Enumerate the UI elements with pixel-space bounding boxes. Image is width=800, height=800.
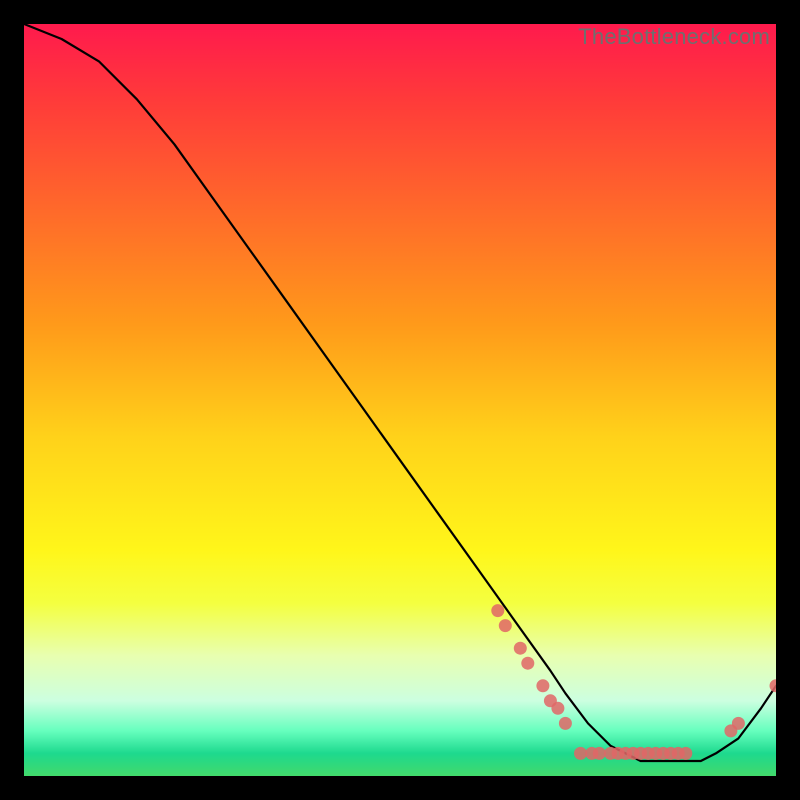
marker-point (499, 619, 512, 632)
marker-point (551, 702, 564, 715)
marker-point (593, 747, 606, 760)
marker-point (536, 679, 549, 692)
marker-point (770, 679, 777, 692)
marker-point (574, 747, 587, 760)
marker-point (679, 747, 692, 760)
bottleneck-curve (24, 24, 776, 761)
highlighted-points (491, 604, 776, 760)
chart-frame: TheBottleneck.com (0, 0, 800, 800)
curve-layer (24, 24, 776, 776)
plot-area: TheBottleneck.com (24, 24, 776, 776)
marker-point (491, 604, 504, 617)
marker-point (732, 717, 745, 730)
marker-point (514, 642, 527, 655)
marker-point (559, 717, 572, 730)
marker-point (521, 657, 534, 670)
